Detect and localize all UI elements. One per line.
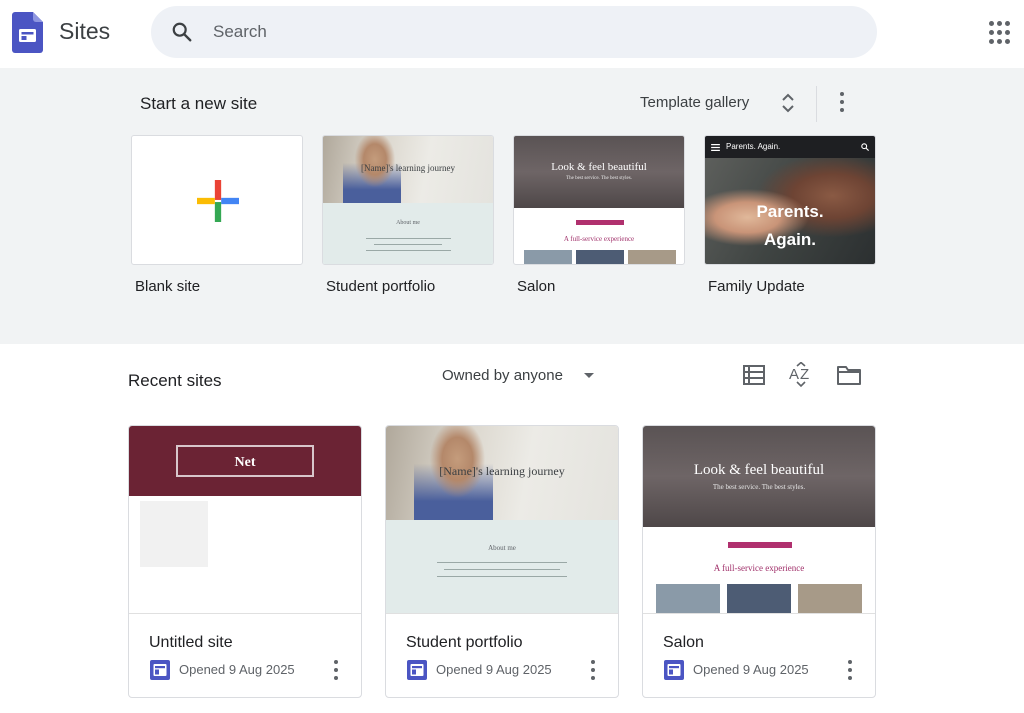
thumb-line1: Parents. — [756, 202, 824, 221]
template-label: Student portfolio — [326, 278, 436, 295]
plus-icon — [197, 180, 239, 222]
site-opened-date: Opened 9 Aug 2025 — [179, 662, 295, 677]
image-placeholder — [140, 501, 208, 567]
thumb-brand: Parents. Again. — [726, 142, 781, 151]
recent-site-card[interactable]: [Name]'s learning journey About me Stude… — [385, 425, 619, 698]
start-new-site-heading: Start a new site — [140, 94, 258, 113]
more-vert-icon — [847, 660, 853, 680]
search-bar[interactable] — [151, 6, 877, 58]
thumb-heading: A full-service experience — [563, 235, 635, 243]
search-input[interactable] — [213, 16, 853, 48]
template-more-button[interactable] — [833, 92, 851, 114]
recent-sites-heading: Recent sites — [128, 371, 222, 390]
menu-icon — [711, 144, 720, 151]
template-salon[interactable]: Look & feel beautiful The best service. … — [513, 135, 685, 295]
site-thumbnail[interactable]: Net — [129, 426, 361, 614]
more-vert-icon — [839, 92, 845, 112]
site-name[interactable]: Salon — [663, 634, 704, 652]
thumb-word: Net — [234, 455, 256, 470]
site-more-button[interactable] — [843, 658, 857, 682]
more-vert-icon — [590, 660, 596, 680]
recent-site-card[interactable]: Look & feel beautiful The best service. … — [642, 425, 876, 698]
owner-filter-label: Owned by anyone — [442, 367, 563, 384]
thumb-title: Look & feel beautiful — [693, 462, 825, 478]
template-gallery-label: Template gallery — [640, 94, 750, 111]
search-icon[interactable] — [171, 21, 193, 43]
thumb-line2: Again. — [764, 230, 816, 249]
sites-doc-icon — [150, 660, 170, 680]
site-opened-date: Opened 9 Aug 2025 — [436, 662, 552, 677]
sites-logo-icon[interactable] — [12, 12, 43, 53]
template-band: Start a new site Template gallery Blank … — [0, 68, 1024, 344]
app-header: Sites — [0, 0, 1024, 68]
apps-grid-icon[interactable] — [987, 19, 1015, 47]
template-thumbnail[interactable]: Parents. Again. Parents. Again. — [704, 135, 876, 265]
caret-down-icon — [584, 373, 594, 378]
site-opened-date: Opened 9 Aug 2025 — [693, 662, 809, 677]
thumb-title: [Name]'s learning journey — [439, 464, 565, 478]
site-more-button[interactable] — [586, 658, 600, 682]
thumb-button — [728, 542, 792, 548]
unfold-more-icon — [782, 93, 794, 113]
svg-text:Z: Z — [800, 366, 809, 383]
template-label: Blank site — [135, 278, 201, 295]
thumb-button — [576, 220, 624, 225]
search-icon — [861, 143, 869, 151]
thumb-about: About me — [488, 544, 516, 552]
thumb-title: [Name]'s learning journey — [360, 163, 456, 173]
folder-icon[interactable] — [836, 364, 862, 386]
template-blank-site[interactable]: Blank site — [131, 135, 303, 295]
thumb-subtitle: The best service. The best styles. — [566, 176, 632, 181]
template-thumbnail[interactable]: Look & feel beautiful The best service. … — [513, 135, 685, 265]
template-thumbnail[interactable] — [131, 135, 303, 265]
template-thumbnail[interactable]: [Name]'s learning journey About me — [322, 135, 494, 265]
thumb-about: About me — [396, 220, 420, 226]
template-student-portfolio[interactable]: [Name]'s learning journey About me Stude… — [322, 135, 494, 295]
divider — [816, 86, 817, 122]
site-name[interactable]: Untitled site — [149, 634, 233, 652]
app-title[interactable]: Sites — [59, 18, 110, 45]
list-view-icon[interactable] — [742, 364, 766, 386]
owner-filter-dropdown[interactable]: Owned by anyone — [436, 362, 606, 392]
more-vert-icon — [333, 660, 339, 680]
recent-site-card[interactable]: Net Untitled site Opened 9 Aug 2025 — [128, 425, 362, 698]
sites-doc-icon — [664, 660, 684, 680]
sites-doc-icon — [407, 660, 427, 680]
thumb-subtitle: The best service. The best styles. — [712, 483, 806, 491]
site-thumbnail[interactable]: [Name]'s learning journey About me — [386, 426, 618, 614]
svg-text:A: A — [789, 366, 799, 383]
site-thumbnail[interactable]: Look & feel beautiful The best service. … — [643, 426, 875, 614]
sort-az-icon[interactable]: A Z — [788, 362, 814, 388]
thumb-title: Look & feel beautiful — [551, 161, 647, 173]
site-name[interactable]: Student portfolio — [406, 634, 523, 652]
template-label: Salon — [517, 278, 556, 295]
template-label: Family Update — [708, 278, 805, 295]
template-family-update[interactable]: Parents. Again. Parents. Again. Family U… — [704, 135, 876, 295]
thumb-heading: A full-service experience — [713, 563, 805, 573]
template-gallery-toggle[interactable]: Template gallery — [632, 86, 810, 120]
site-more-button[interactable] — [329, 658, 343, 682]
